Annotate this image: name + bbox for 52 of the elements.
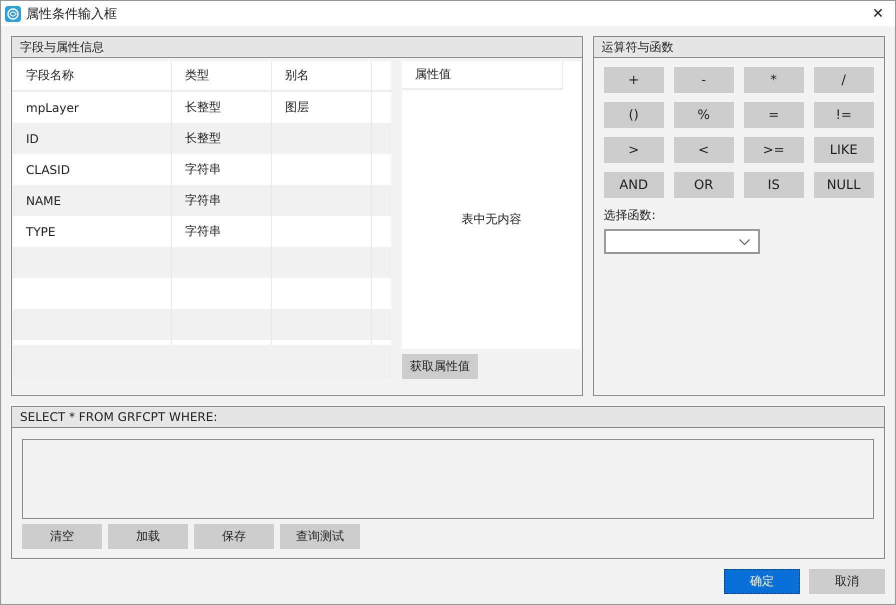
get-values-button[interactable]: 获取属性值 [402, 354, 478, 379]
column-header: 类型 [172, 61, 272, 90]
table-cell: mpLayer [26, 100, 79, 114]
cancel-button[interactable]: 取消 [809, 569, 885, 594]
table-row[interactable]: CLASID 字符串 [13, 154, 391, 185]
operator-button[interactable]: % [674, 102, 734, 128]
operator-button[interactable]: LIKE [814, 137, 874, 163]
column-header: 字段名称 [13, 61, 172, 90]
function-dropdown[interactable] [604, 229, 760, 254]
operator-button[interactable]: / [814, 67, 874, 93]
operator-button[interactable]: - [674, 67, 734, 93]
operator-button[interactable]: IS [744, 172, 804, 198]
table-cell: 长整型 [185, 99, 221, 116]
table-cell: 字符串 [185, 223, 221, 240]
close-button[interactable]: ✕ [864, 2, 892, 26]
operator-button[interactable]: * [744, 67, 804, 93]
ok-button[interactable]: 确定 [724, 569, 800, 594]
operator-button[interactable]: + [604, 67, 664, 93]
table-cell: ID [26, 132, 39, 146]
panel-header: SELECT * FROM GRFCPT WHERE: [12, 407, 884, 428]
table-cell: 图层 [285, 99, 309, 116]
panel-header: 字段与属性信息 [12, 37, 582, 58]
query-action-button[interactable]: 清空 [22, 524, 102, 549]
table-cell: 字符串 [185, 161, 221, 178]
table-cell: TYPE [26, 224, 56, 238]
panel-header: 运算符与函数 [594, 37, 884, 58]
table-cell: NAME [26, 194, 62, 208]
query-action-button[interactable]: 查询测试 [280, 524, 360, 549]
table-row[interactable]: TYPE 字符串 [13, 216, 391, 247]
operator-button[interactable]: < [674, 137, 734, 163]
operator-button[interactable]: >= [744, 137, 804, 163]
app-icon [5, 6, 21, 22]
operator-button[interactable]: != [814, 102, 874, 128]
operator-button[interactable]: AND [604, 172, 664, 198]
operator-button[interactable]: = [744, 102, 804, 128]
window-title: 属性条件输入框 [26, 6, 118, 22]
chevron-down-icon [738, 238, 750, 244]
operator-button[interactable]: NULL [814, 172, 874, 198]
query-action-button[interactable]: 保存 [194, 524, 274, 549]
function-label: 选择函数: [604, 207, 657, 224]
query-action-button[interactable]: 加载 [108, 524, 188, 549]
operator-button[interactable]: > [604, 137, 664, 163]
table-cell: CLASID [26, 162, 70, 176]
table-row[interactable]: mpLayer 长整型 图层 [13, 92, 391, 123]
column-header: 属性值 [415, 66, 451, 83]
column-header: 别名 [272, 61, 372, 90]
operator-button[interactable]: OR [674, 172, 734, 198]
operator-button[interactable]: () [604, 102, 664, 128]
table-cell: 长整型 [185, 130, 221, 147]
query-input[interactable] [22, 439, 874, 519]
table-cell: 字符串 [185, 192, 221, 209]
empty-text: 表中无内容 [462, 211, 522, 228]
